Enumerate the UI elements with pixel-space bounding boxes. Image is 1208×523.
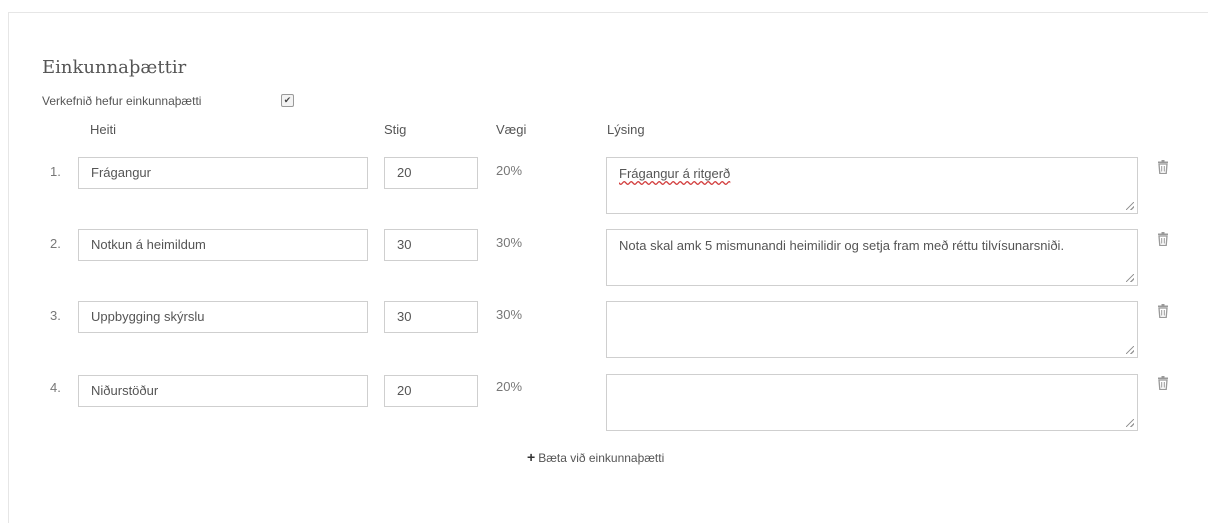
criterion-weight: 20%: [496, 379, 523, 394]
column-header-weight: Vægi: [496, 122, 527, 137]
resize-handle[interactable]: [1126, 346, 1134, 354]
row-number: 1.: [50, 164, 61, 179]
description-text: Frágangur á ritgerð: [619, 166, 731, 181]
trash-icon[interactable]: [1157, 304, 1169, 318]
plus-icon: +: [527, 449, 536, 465]
criterion-points-input[interactable]: 30: [384, 301, 478, 333]
criterion-description-textarea[interactable]: [606, 374, 1138, 431]
criterion-weight: 30%: [496, 235, 523, 250]
criterion-description-textarea[interactable]: Nota skal amk 5 mismunandi heimilidir og…: [606, 229, 1138, 286]
trash-icon[interactable]: [1157, 160, 1169, 174]
row-number: 2.: [50, 236, 61, 251]
add-criterion-button[interactable]: + Bæta við einkunnaþætti: [527, 449, 664, 465]
criterion-weight: 20%: [496, 163, 523, 178]
criterion-description-textarea[interactable]: Frágangur á ritgerð: [606, 157, 1138, 214]
column-header-name: Heiti: [90, 122, 117, 137]
add-criterion-label: Bæta við einkunnaþætti: [538, 451, 665, 465]
criterion-name-input[interactable]: Niðurstöður: [78, 375, 368, 407]
criterion-name-input[interactable]: Uppbygging skýrslu: [78, 301, 368, 333]
criterion-points-input[interactable]: 20: [384, 375, 478, 407]
criterion-weight: 30%: [496, 307, 523, 322]
criterion-points-input[interactable]: 30: [384, 229, 478, 261]
has-rubric-label: Verkefnið hefur einkunnaþætti: [42, 94, 202, 108]
resize-handle[interactable]: [1126, 274, 1134, 282]
has-rubric-checkbox[interactable]: ✔: [281, 94, 294, 107]
trash-icon[interactable]: [1157, 376, 1169, 390]
row-number: 4.: [50, 380, 61, 395]
column-header-points: Stig: [384, 122, 407, 137]
criterion-name-input[interactable]: Frágangur: [78, 157, 368, 189]
row-number: 3.: [50, 308, 61, 323]
criterion-description-textarea[interactable]: [606, 301, 1138, 358]
column-header-description: Lýsing: [607, 122, 645, 137]
resize-handle[interactable]: [1126, 202, 1134, 210]
criterion-points-input[interactable]: 20: [384, 157, 478, 189]
resize-handle[interactable]: [1126, 419, 1134, 427]
criterion-name-input[interactable]: Notkun á heimildum: [78, 229, 368, 261]
description-text: Nota skal amk 5 mismunandi heimilidir og…: [619, 238, 1065, 253]
trash-icon[interactable]: [1157, 232, 1169, 246]
section-title: Einkunnaþættir: [42, 57, 187, 78]
